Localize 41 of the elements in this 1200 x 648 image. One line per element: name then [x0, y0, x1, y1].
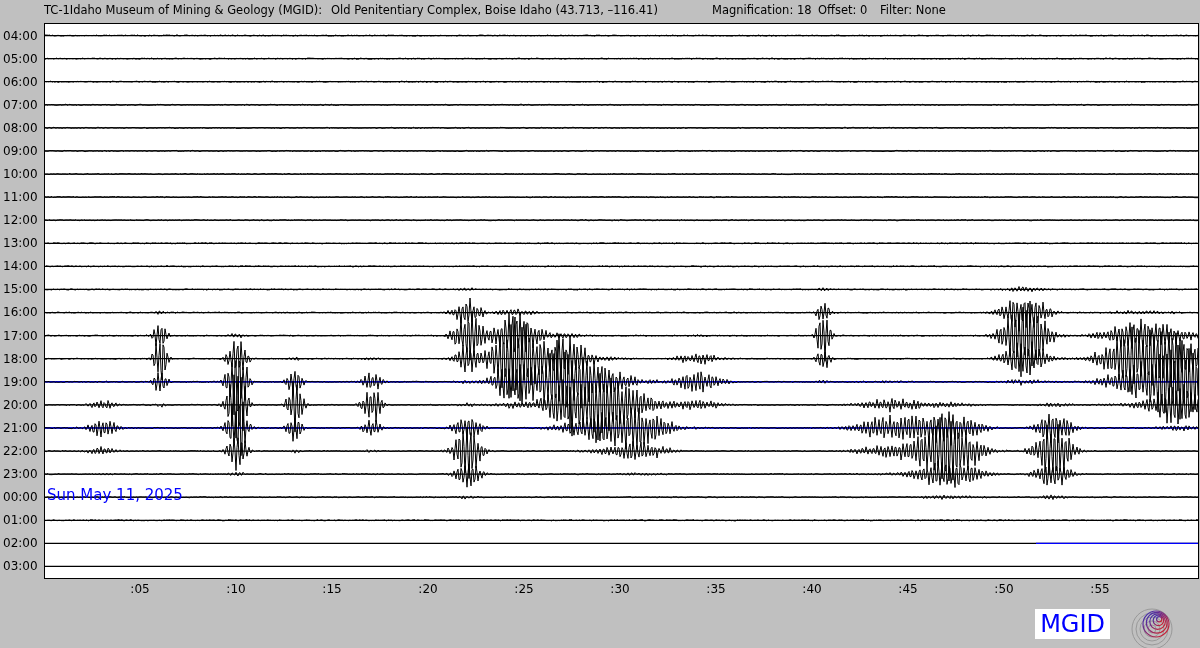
logo-text: MGID: [1035, 609, 1110, 639]
minute-label: :40: [802, 582, 822, 596]
minute-label: :05: [130, 582, 150, 596]
hour-label: 07:00: [3, 97, 38, 112]
minute-label: :10: [226, 582, 246, 596]
station-name: TC-1Idaho Museum of Mining & Geology (MGID):: [44, 3, 323, 17]
hour-label: 17:00: [3, 328, 38, 343]
hour-label: 01:00: [3, 513, 38, 528]
hour-label: 08:00: [3, 120, 38, 135]
filter-text: Filter: None: [880, 3, 946, 17]
minute-label: :25: [514, 582, 534, 596]
hour-label: 18:00: [3, 351, 38, 366]
hour-label: 03:00: [3, 559, 38, 574]
hour-label: 21:00: [3, 420, 38, 435]
hour-label: 12:00: [3, 213, 38, 228]
hour-label: 16:00: [3, 305, 38, 320]
location-text: Old Penitentiary Complex, Boise Idaho (43.713, –116.41): [331, 3, 658, 17]
hour-label: 20:00: [3, 397, 38, 412]
magnification-text: Magnification: 18: [712, 3, 812, 17]
hour-label: 05:00: [3, 51, 38, 66]
minute-label: :30: [610, 582, 630, 596]
hour-label: 00:00: [3, 490, 38, 505]
hour-label: 10:00: [3, 167, 38, 181]
minute-label: :15: [322, 582, 342, 596]
hour-label: 19:00: [3, 374, 38, 389]
hour-label: 02:00: [3, 536, 38, 551]
minute-label: :20: [418, 582, 438, 596]
minute-label: :55: [1090, 582, 1110, 596]
hour-label: 13:00: [3, 236, 38, 251]
hour-label: 06:00: [3, 74, 38, 89]
hour-label: 14:00: [3, 259, 38, 274]
hour-label: 23:00: [3, 467, 38, 481]
hour-label: 22:00: [3, 443, 38, 458]
minute-label: :50: [994, 582, 1014, 596]
offset-text: Offset: 0: [818, 3, 868, 17]
hour-label: 09:00: [3, 143, 38, 158]
hour-label: 04:00: [3, 28, 38, 43]
hour-label: 15:00: [3, 282, 38, 297]
minute-label: :35: [706, 582, 726, 596]
hour-label: 11:00: [3, 190, 38, 205]
minute-label: :45: [898, 582, 918, 596]
